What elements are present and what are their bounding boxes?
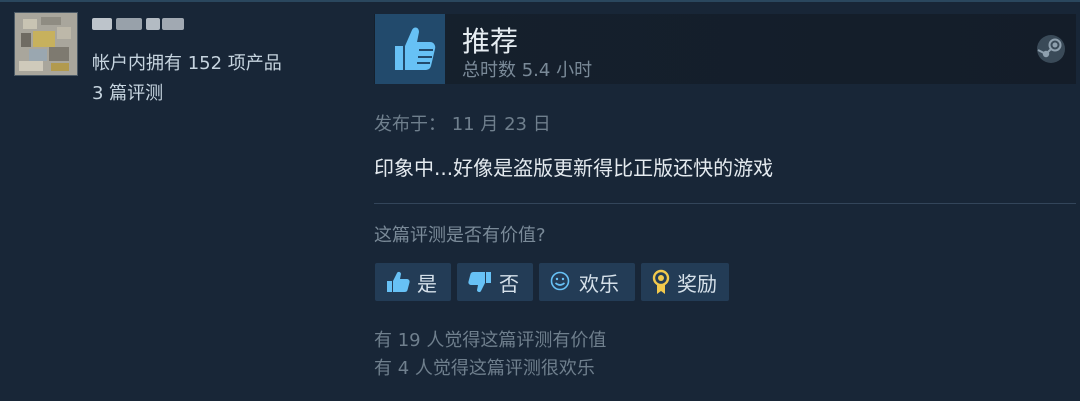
thumbs-up-icon (387, 271, 410, 292)
verdict-title: 推荐 (462, 25, 519, 58)
reviews-count[interactable]: 3 篇评测 (92, 79, 163, 105)
thumbs-up-icon (395, 27, 436, 70)
vote-funny-label: 欢乐 (579, 271, 619, 296)
funny-count: 有 4 人觉得这篇评测很欢乐 (374, 358, 595, 379)
vote-header: 推荐 总时数 5.4 小时 (374, 14, 1076, 84)
posted-date: 发布于： 11 月 23 日 (374, 114, 551, 135)
award-icon (652, 269, 670, 294)
author-name-obscured[interactable] (92, 14, 186, 32)
thumbs-down-icon (468, 272, 491, 293)
steam-logo-icon (1037, 35, 1065, 63)
vote-no-button[interactable]: 否 (457, 263, 533, 301)
vote-yes-button[interactable]: 是 (375, 263, 451, 301)
helpful-question: 这篇评测是否有价值? (374, 225, 546, 246)
author-info: 帐户内拥有 152 项产品 3 篇评测 (14, 12, 354, 112)
smile-icon (550, 271, 570, 291)
playtime-hours: 总时数 5.4 小时 (462, 60, 593, 81)
award-button[interactable]: 奖励 (641, 263, 729, 301)
products-owned[interactable]: 帐户内拥有 152 项产品 (92, 49, 282, 75)
avatar[interactable] (14, 12, 78, 76)
vote-no-label: 否 (499, 271, 519, 296)
vote-yes-label: 是 (417, 271, 437, 296)
thumbs-up-badge (375, 14, 445, 84)
review-body: 推荐 总时数 5.4 小时 发布于： 11 月 23 日 印象中...好像是盗版… (374, 0, 1080, 401)
vote-funny-button[interactable]: 欢乐 (539, 263, 635, 301)
helpful-count: 有 19 人觉得这篇评测有价值 (374, 330, 607, 351)
divider (374, 203, 1076, 204)
award-label: 奖励 (677, 271, 717, 296)
review-card: 帐户内拥有 152 项产品 3 篇评测 推荐 总时数 5.4 小时 发布于： 1… (0, 0, 1080, 401)
review-text: 印象中...好像是盗版更新得比正版还快的游戏 (374, 156, 774, 180)
